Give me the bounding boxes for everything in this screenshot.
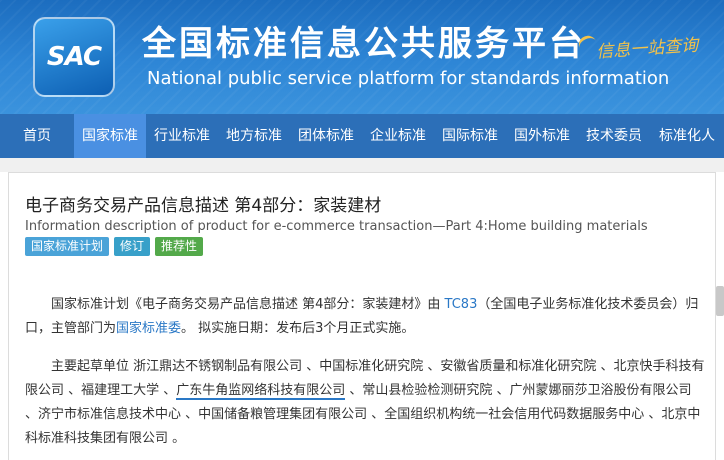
tag-plan: 国家标准计划 bbox=[25, 237, 110, 256]
standard-title: 电子商务交易产品信息描述 第4部分：家装建材 bbox=[25, 196, 382, 216]
nav-item-national-standards[interactable]: 国家标准 bbox=[74, 114, 146, 158]
slogan: 信息一站查询 bbox=[595, 35, 699, 63]
content-gap bbox=[0, 158, 724, 172]
logo-text: SAC bbox=[46, 42, 102, 72]
header-banner: SAC 全国标准信息公共服务平台 National public service… bbox=[0, 0, 724, 114]
nav-item-foreign-standards[interactable]: 国外标准 bbox=[506, 114, 578, 158]
main-nav: 首页 国家标准 行业标准 地方标准 团体标准 企业标准 国际标准 国外标准 技术… bbox=[0, 114, 724, 158]
scrollbar-thumb[interactable] bbox=[716, 286, 724, 316]
department-link[interactable]: 国家标准委 bbox=[116, 321, 181, 336]
drafters-label: 主要起草单位 bbox=[51, 359, 134, 374]
standard-title-en: Information description of product for e… bbox=[25, 219, 648, 234]
nav-item-standardization-people[interactable]: 标准化人 bbox=[650, 114, 724, 158]
overview-prefix: 国家标准计划《电子商务交易产品信息描述 第4部分：家装建材》由 bbox=[51, 297, 445, 312]
drafter-highlighted: 广东牛角监网络科技有限公司 bbox=[176, 383, 346, 400]
sac-logo[interactable]: SAC bbox=[33, 17, 115, 97]
standard-detail-card: 电子商务交易产品信息描述 第4部分：家装建材 Information descr… bbox=[8, 172, 716, 460]
site-subtitle: National public service platform for sta… bbox=[147, 68, 670, 89]
nav-item-international-standards[interactable]: 国际标准 bbox=[434, 114, 506, 158]
nav-item-technical-committees[interactable]: 技术委员 bbox=[578, 114, 650, 158]
nav-item-enterprise-standards[interactable]: 企业标准 bbox=[362, 114, 434, 158]
nav-item-group-standards[interactable]: 团体标准 bbox=[290, 114, 362, 158]
site-title: 全国标准信息公共服务平台 bbox=[142, 24, 586, 64]
tag-revision: 修订 bbox=[114, 237, 151, 256]
tag-recommended: 推荐性 bbox=[155, 237, 204, 256]
nav-item-industry-standards[interactable]: 行业标准 bbox=[146, 114, 218, 158]
tc-link[interactable]: TC83 bbox=[445, 297, 478, 312]
nav-item-local-standards[interactable]: 地方标准 bbox=[218, 114, 290, 158]
overview-paragraph: 国家标准计划《电子商务交易产品信息描述 第4部分：家装建材》由 TC83（全国电… bbox=[25, 293, 705, 341]
drafters-paragraph: 主要起草单位 浙江鼎达不锈钢制品有限公司 、中国标准化研究院 、安徽省质量和标准… bbox=[25, 355, 705, 451]
nav-item-home[interactable]: 首页 bbox=[0, 114, 74, 158]
standard-tags: 国家标准计划 修订 推荐性 bbox=[25, 237, 204, 256]
overview-suffix: 。 拟实施日期：发布后3个月正式实施。 bbox=[181, 321, 415, 336]
